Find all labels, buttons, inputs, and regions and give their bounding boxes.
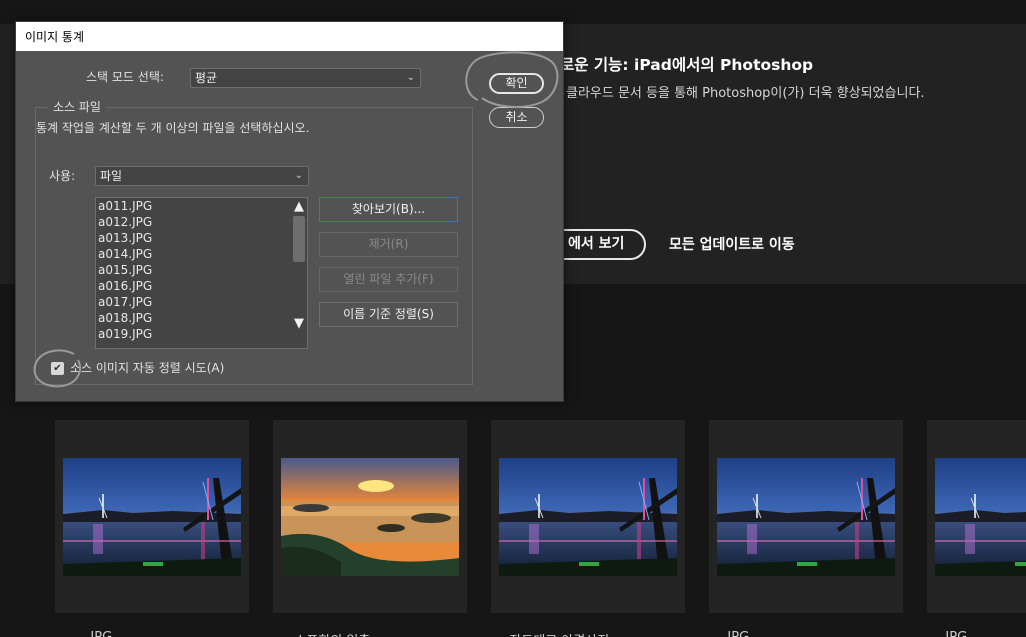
all-updates-link[interactable]: 모든 업데이트로 이동	[669, 234, 795, 254]
auto-align-label: 소스 이미지 자동 정렬 시도(A)	[70, 361, 225, 375]
stack-mode-value: 평균	[195, 71, 218, 85]
add-open-files-button[interactable]: 열린 파일 추가(F)	[319, 267, 458, 292]
recent-file-caption: ...장도대교 야경사진	[497, 630, 609, 637]
file-list-scrollbar[interactable]: ▲ ▼	[291, 198, 307, 348]
recent-file-card[interactable]	[709, 420, 903, 613]
banner-title: 로운 기능: iPad에서의 Photoshop	[560, 56, 814, 74]
recent-file-caption: ...스포항의 일출	[282, 630, 370, 637]
recent-file-card[interactable]	[491, 420, 685, 613]
checkmark-icon: ✔	[53, 363, 62, 374]
recent-file-caption: ...JPG	[933, 630, 967, 637]
auto-align-checkbox[interactable]: ✔	[51, 362, 64, 375]
remove-button[interactable]: 제거(R)	[319, 232, 458, 257]
file-list-item[interactable]: a014.JPG	[98, 246, 152, 262]
stack-mode-label: 스택 모드 선택:	[86, 70, 164, 84]
scroll-up-arrow-icon[interactable]: ▲	[292, 200, 306, 214]
chevron-down-icon: ⌄	[406, 72, 415, 83]
scrollbar-thumb[interactable]	[293, 216, 305, 262]
banner-description: 클라우드 문서 등을 통해 Photoshop이(가) 더욱 향상되었습니다.	[566, 86, 925, 101]
ok-button[interactable]: 확인	[489, 73, 544, 94]
chevron-down-icon: ⌄	[294, 170, 303, 181]
thumbnail-image	[281, 458, 459, 576]
file-list-item[interactable]: a011.JPG	[98, 198, 152, 214]
source-files-label: 소스 파일	[48, 98, 106, 115]
cancel-button[interactable]: 취소	[489, 107, 544, 128]
recent-file-caption: ...JPG	[715, 630, 749, 637]
browse-button[interactable]: 찾아보기(B)...	[319, 197, 458, 222]
stack-mode-select[interactable]: 평균 ⌄	[190, 68, 421, 88]
instruction-text: 통계 작업을 계산할 두 개 이상의 파일을 선택하십시오.	[36, 121, 310, 135]
dialog-titlebar[interactable]: 이미지 통계	[16, 22, 563, 51]
thumbnail-image	[63, 458, 241, 576]
dialog-title: 이미지 통계	[25, 30, 85, 44]
file-list-item[interactable]: a015.JPG	[98, 262, 152, 278]
recent-file-card[interactable]	[927, 420, 1026, 613]
file-list-item[interactable]: a019.JPG	[98, 326, 152, 342]
thumbnail-image	[499, 458, 677, 576]
file-list-item[interactable]: a018.JPG	[98, 310, 152, 326]
image-statistics-dialog: 이미지 통계 스택 모드 선택: 평균 ⌄ 확인 취소 소스 파일 통계 작업을…	[15, 21, 564, 402]
recent-file-caption: ...JPG	[78, 630, 112, 637]
use-value: 파일	[100, 169, 123, 183]
thumbnail-image	[717, 458, 895, 576]
use-select[interactable]: 파일 ⌄	[95, 166, 309, 186]
file-list-item[interactable]: a012.JPG	[98, 214, 152, 230]
scroll-down-arrow-icon[interactable]: ▼	[292, 317, 306, 331]
sort-by-name-button[interactable]: 이름 기준 정렬(S)	[319, 302, 458, 327]
file-list-item[interactable]: a013.JPG	[98, 230, 152, 246]
recent-file-card[interactable]	[273, 420, 467, 613]
thumbnail-image	[935, 458, 1026, 576]
file-list-item[interactable]: a017.JPG	[98, 294, 152, 310]
recent-file-card[interactable]	[55, 420, 249, 613]
use-label: 사용:	[49, 169, 76, 183]
file-list[interactable]: a011.JPG a012.JPG a013.JPG a014.JPG a015…	[95, 197, 308, 349]
file-list-item[interactable]: a016.JPG	[98, 278, 152, 294]
